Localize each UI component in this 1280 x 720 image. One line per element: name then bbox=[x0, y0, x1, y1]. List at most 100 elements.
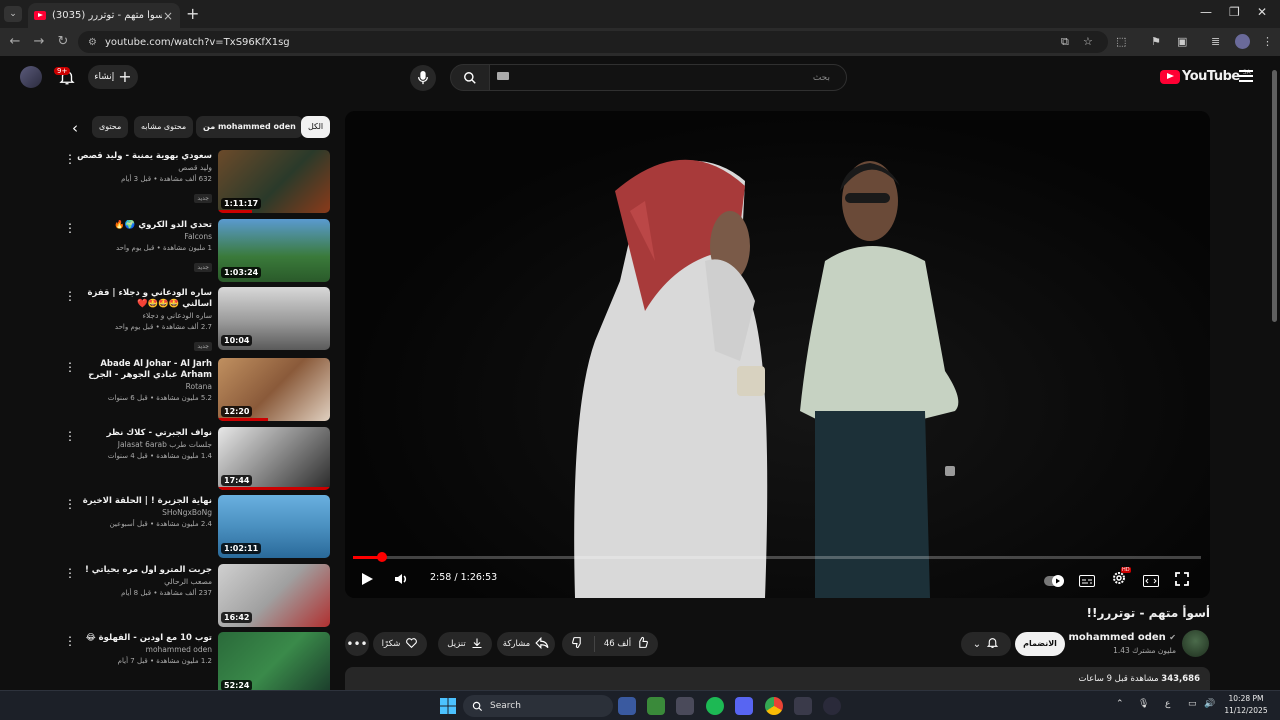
discord-icon[interactable] bbox=[735, 697, 753, 715]
channel-name[interactable]: SHoNgxBoNg bbox=[76, 507, 212, 519]
more-actions-icon[interactable]: ⋮ bbox=[64, 290, 76, 302]
subtitles-icon[interactable] bbox=[1079, 572, 1095, 591]
more-actions-icon[interactable]: ⋮ bbox=[64, 361, 76, 373]
account-avatar[interactable] bbox=[20, 66, 42, 88]
video-title[interactable]: Abade Al Johar - Al Jarh Arham عبادي الج… bbox=[76, 359, 212, 381]
search-icon[interactable] bbox=[450, 64, 490, 91]
tab-groups-icon[interactable]: ⚑ bbox=[1151, 35, 1161, 48]
dislike-icon[interactable] bbox=[571, 636, 595, 652]
page-scrollbar[interactable] bbox=[1270, 60, 1280, 690]
taskbar-app-icon[interactable] bbox=[823, 697, 841, 715]
scrollbar-thumb[interactable] bbox=[1272, 70, 1277, 322]
settings-gear-icon[interactable]: HD bbox=[1111, 567, 1131, 590]
more-actions-icon[interactable]: ⋮ bbox=[64, 430, 76, 442]
more-actions-icon[interactable]: ⋮ bbox=[64, 498, 76, 510]
reload-icon[interactable]: ↻ bbox=[52, 34, 74, 49]
back-icon[interactable]: ← bbox=[4, 34, 26, 49]
maximize-button[interactable]: ❐ bbox=[1229, 5, 1240, 19]
play-icon[interactable] bbox=[361, 571, 374, 590]
taskbar-app-icon[interactable] bbox=[676, 697, 694, 715]
speaker-icon[interactable]: 🔊 bbox=[1204, 699, 1215, 709]
video-frame[interactable] bbox=[345, 111, 1210, 598]
close-window-button[interactable]: ✕ bbox=[1257, 5, 1267, 19]
recommendation-item[interactable]: 52:24 توب 10 مع اودين - الفهلوة 😂 mohamm… bbox=[60, 632, 332, 696]
chip-from-channel[interactable]: من mohammed oden bbox=[196, 116, 303, 138]
cast-icon[interactable]: ⧉ bbox=[1061, 35, 1069, 49]
volume-icon[interactable] bbox=[394, 571, 408, 590]
video-title[interactable]: نهاية الجزيرة ! | الحلقة الاخيرة bbox=[76, 496, 212, 507]
address-bar[interactable]: ⚙ youtube.com/watch?v=TxS96KfX1sg bbox=[78, 31, 1108, 53]
thanks-button[interactable]: شكرًا bbox=[373, 632, 427, 656]
video-title[interactable]: تحدي الدو الكروي 🌍🔥 bbox=[76, 220, 212, 231]
chrome-icon[interactable] bbox=[765, 697, 783, 715]
more-actions-icon[interactable]: ⋮ bbox=[64, 567, 76, 579]
video-title[interactable]: سعودي بهوية يمنية - وليد قصص bbox=[76, 151, 212, 162]
video-title[interactable]: ساره الودعاني و دجلاء | قفزة اسالني 🤩🤩🤩❤… bbox=[76, 288, 212, 310]
voice-search-mic-icon[interactable] bbox=[410, 65, 436, 91]
more-actions-icon[interactable]: ⋮ bbox=[64, 153, 76, 165]
share-button[interactable]: مشاركة bbox=[497, 632, 555, 656]
recommendation-item[interactable]: 12:20 Abade Al Johar - Al Jarh Arham عبا… bbox=[60, 358, 332, 422]
minecraft-icon[interactable] bbox=[647, 697, 665, 715]
chip-content[interactable]: محتوى bbox=[92, 116, 129, 138]
channel-name[interactable]: Rotana bbox=[76, 381, 212, 393]
video-thumbnail[interactable]: 1:03:24 bbox=[218, 219, 330, 282]
fullscreen-icon[interactable] bbox=[1175, 571, 1189, 590]
media-controls-icon[interactable]: ≣ bbox=[1211, 35, 1220, 48]
video-title[interactable]: نواف الجبرتي - كلاك نظر bbox=[76, 428, 212, 439]
channel-name-link[interactable]: mohammed oden ✔ bbox=[1060, 632, 1176, 643]
xbox-icon[interactable] bbox=[794, 697, 812, 715]
network-icon[interactable]: ▭ bbox=[1188, 699, 1197, 709]
recommendation-item[interactable]: 1:11:17 سعودي بهوية يمنية - وليد قصص ولي… bbox=[60, 150, 332, 214]
create-button[interactable]: إنشاء + bbox=[88, 65, 138, 89]
tab-search-button[interactable]: ⌄ bbox=[4, 6, 22, 22]
video-thumbnail[interactable]: 17:44 bbox=[218, 427, 330, 490]
video-player[interactable]: 2:58 / 1:26:53 HD bbox=[345, 111, 1210, 598]
video-thumbnail[interactable]: 1:02:11 bbox=[218, 495, 330, 558]
more-actions-button[interactable]: ••• bbox=[345, 632, 369, 656]
site-info-icon[interactable]: ⚙ bbox=[88, 37, 97, 48]
search-input[interactable] bbox=[489, 64, 847, 91]
download-button[interactable]: تنزيل bbox=[438, 632, 492, 656]
autoplay-toggle[interactable] bbox=[1044, 572, 1064, 591]
like-icon[interactable] bbox=[636, 636, 649, 652]
youtube-logo[interactable]: YouTube SA bbox=[1160, 69, 1251, 84]
browser-menu-icon[interactable]: ⋮ bbox=[1262, 35, 1273, 48]
video-thumbnail[interactable]: 10:04 bbox=[218, 287, 330, 350]
channel-name[interactable]: جلسات طرب Jalasat 6arab bbox=[76, 439, 212, 451]
minimize-button[interactable]: — bbox=[1200, 5, 1212, 19]
windows-start-icon[interactable] bbox=[440, 698, 456, 718]
guide-menu-icon[interactable] bbox=[1239, 70, 1253, 85]
tray-overflow-chevron-icon[interactable]: ⌃ bbox=[1116, 699, 1124, 709]
recommendation-item[interactable]: 1:02:11 نهاية الجزيرة ! | الحلقة الاخيرة… bbox=[60, 495, 332, 559]
join-button[interactable]: الانضمام bbox=[1015, 632, 1065, 656]
browser-tab[interactable]: (3035) أسوأ متهم - توتررر!! - YouTube × bbox=[28, 3, 180, 28]
recommendation-item[interactable]: 16:42 جربت المترو اول مره بحياتي ! مصعب … bbox=[60, 564, 332, 628]
new-tab-button[interactable]: + bbox=[186, 4, 199, 23]
microphone-icon[interactable]: 🎙 bbox=[1138, 699, 1149, 709]
recommendation-item[interactable]: 1:03:24 تحدي الدو الكروي 🌍🔥 Falcons 1 مل… bbox=[60, 219, 332, 283]
taskbar-clock[interactable]: 10:28 PM 11/12/2025 bbox=[1223, 693, 1269, 717]
seek-handle[interactable] bbox=[376, 552, 387, 562]
theater-mode-icon[interactable] bbox=[1143, 572, 1159, 591]
recommendation-item[interactable]: 17:44 نواف الجبرتي - كلاك نظر جلسات طرب … bbox=[60, 427, 332, 491]
taskbar-search-box[interactable]: Search bbox=[463, 695, 613, 717]
extensions-icon[interactable]: ⬚ bbox=[1116, 35, 1126, 48]
chevron-left-icon[interactable]: ‹ bbox=[72, 119, 78, 137]
channel-name[interactable]: Falcons bbox=[76, 231, 212, 243]
video-title[interactable]: توب 10 مع اودين - الفهلوة 😂 bbox=[76, 633, 212, 644]
side-panel-icon[interactable]: ▣ bbox=[1177, 35, 1187, 48]
input-language[interactable]: ع bbox=[1165, 699, 1170, 709]
video-thumbnail[interactable]: 12:20 bbox=[218, 358, 330, 421]
seek-bar[interactable] bbox=[353, 552, 1201, 562]
keyboard-icon[interactable] bbox=[497, 72, 509, 80]
channel-name[interactable]: مصعب الرحالي bbox=[76, 576, 212, 588]
more-actions-icon[interactable]: ⋮ bbox=[64, 222, 76, 234]
channel-name[interactable]: ساره الودعاني و دجلاء bbox=[76, 310, 212, 322]
video-thumbnail[interactable]: 1:11:17 bbox=[218, 150, 330, 213]
forward-icon[interactable]: → bbox=[28, 34, 50, 49]
channel-name[interactable]: وليد قصص bbox=[76, 162, 212, 174]
tab-close-icon[interactable]: × bbox=[162, 9, 174, 23]
chip-similar[interactable]: محتوى مشابه bbox=[134, 116, 194, 138]
recommendation-item[interactable]: 10:04 ساره الودعاني و دجلاء | قفزة اسالن… bbox=[60, 287, 332, 351]
